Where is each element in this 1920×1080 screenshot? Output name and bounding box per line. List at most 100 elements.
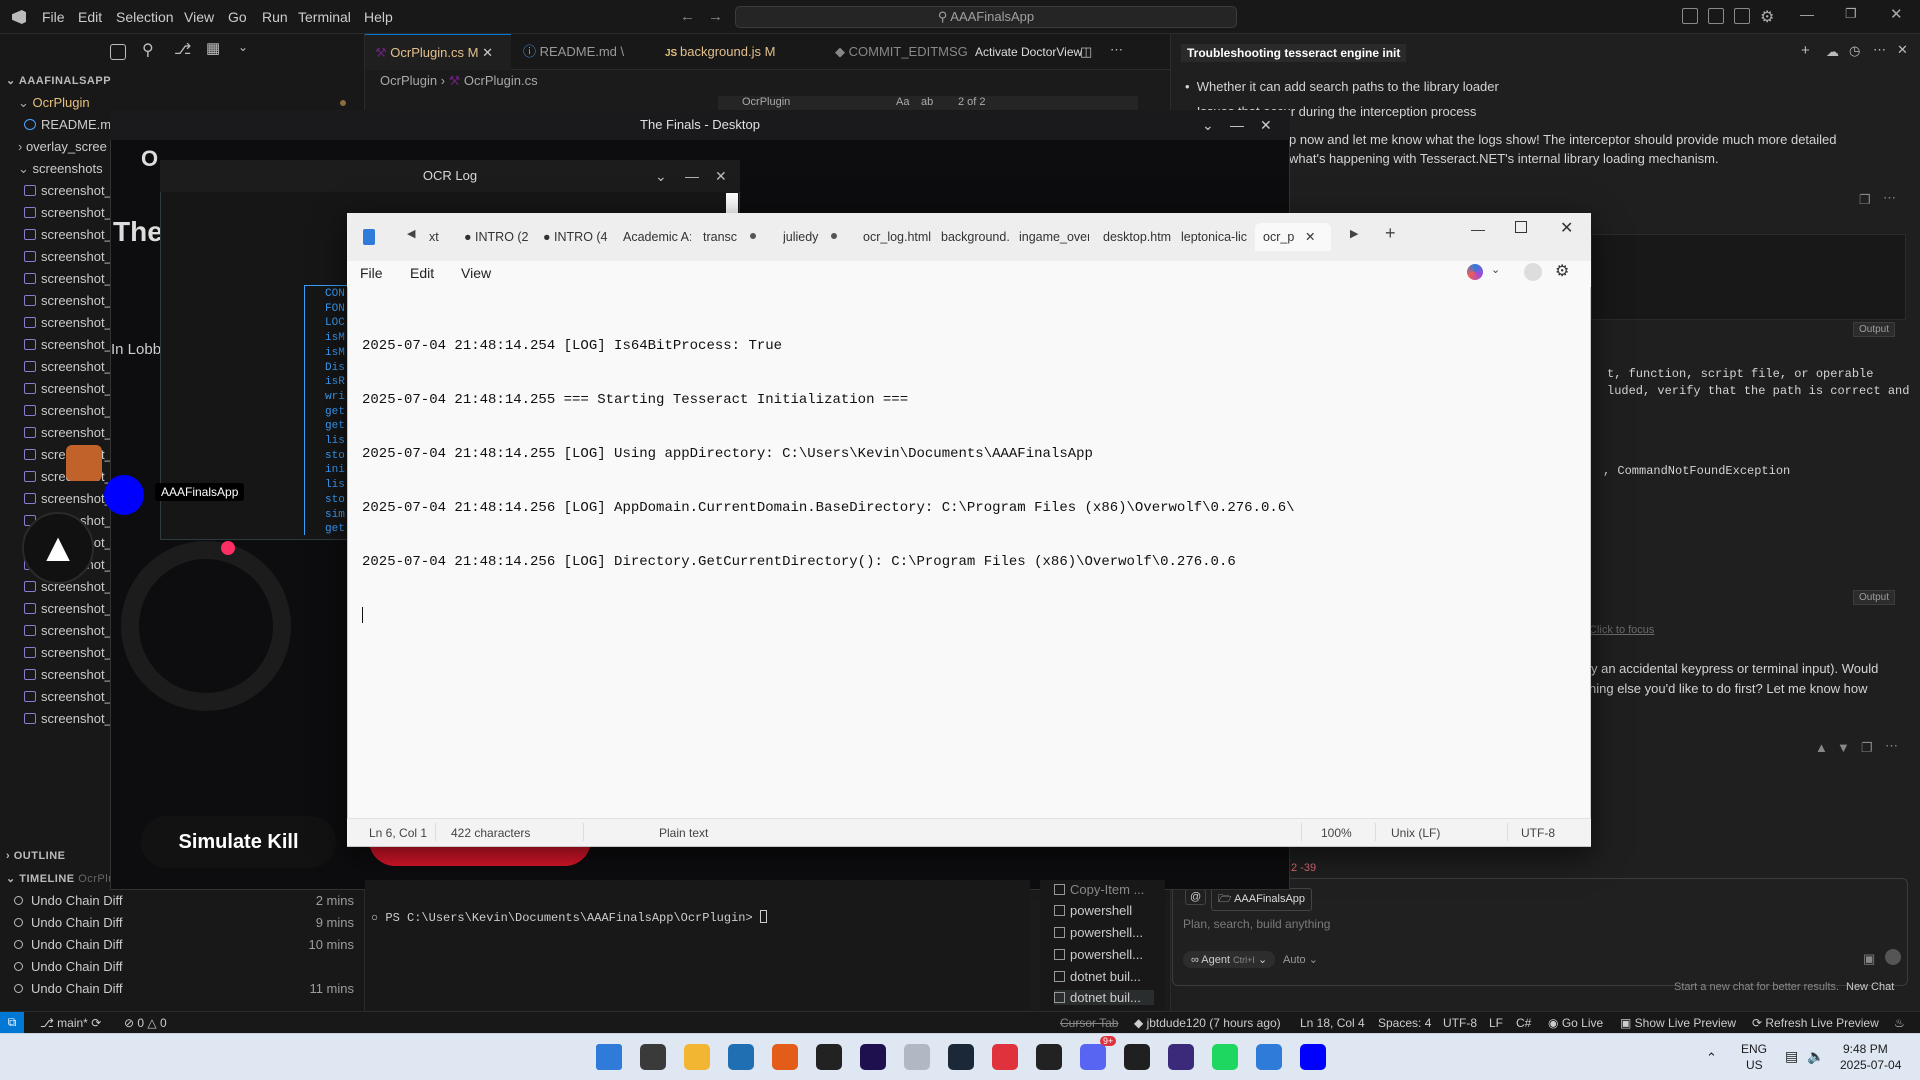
language-mode[interactable]: C# <box>1516 1016 1531 1030</box>
refresh-live-preview-button[interactable]: ⟳ Refresh Live Preview <box>1752 1016 1879 1030</box>
terminal-panel[interactable]: ○ PS C:\Users\Kevin\Documents\AAAFinalsA… <box>365 880 1030 1010</box>
firefox-icon[interactable] <box>772 1044 798 1070</box>
minecraft-icon[interactable] <box>640 1044 666 1070</box>
cursor-position[interactable]: Ln 18, Col 4 <box>1300 1016 1365 1030</box>
new-tab-icon[interactable]: + <box>1385 223 1396 244</box>
notepad-menu-view[interactable]: View <box>461 265 491 281</box>
encoding[interactable]: UTF-8 <box>1443 1016 1477 1030</box>
send-icon[interactable] <box>1885 949 1901 965</box>
close-icon[interactable]: ✕ <box>1305 223 1315 251</box>
spotify-icon[interactable] <box>1212 1044 1238 1070</box>
ocr-log-scrollbar[interactable] <box>726 193 738 213</box>
region-indicator[interactable]: US <box>1746 1058 1763 1072</box>
show-live-preview-button[interactable]: ▣ Show Live Preview <box>1620 1016 1736 1030</box>
forward-arrow-icon[interactable]: → <box>708 8 723 25</box>
at-mention-button[interactable]: @ <box>1185 889 1207 905</box>
new-chat-button[interactable]: New Chat <box>1846 981 1894 993</box>
zoom-level[interactable]: 100% <box>1321 826 1352 840</box>
files-icon[interactable] <box>904 1044 930 1070</box>
close-icon[interactable]: ✕ <box>1260 110 1272 140</box>
match-case-toggle[interactable]: Aa <box>896 96 909 108</box>
encoding[interactable]: UTF-8 <box>1521 826 1555 840</box>
go-live-button[interactable]: ◉ Go Live <box>1548 1016 1603 1030</box>
close-icon[interactable]: ✕ <box>482 45 493 60</box>
minimize-icon[interactable]: — <box>685 160 699 192</box>
split-editor-icon[interactable]: ◫ <box>1080 44 1092 60</box>
notepad-tab[interactable]: xt <box>429 223 461 251</box>
file-explorer-icon[interactable] <box>684 1044 710 1070</box>
timeline-entry[interactable]: Undo Chain Diff 10 mins <box>14 934 354 956</box>
line-ending[interactable]: Unix (LF) <box>1391 826 1440 840</box>
source-control-icon[interactable]: ⎇ <box>174 40 191 58</box>
timeline-entry[interactable]: Undo Chain Diff 11 mins <box>14 978 354 1000</box>
back-arrow-icon[interactable]: ← <box>680 8 695 25</box>
language-indicator[interactable]: ENG <box>1741 1042 1767 1056</box>
globe-icon[interactable] <box>1168 1044 1194 1070</box>
simulate-kill-button[interactable]: Simulate Kill <box>141 816 336 868</box>
explorer-files-icon[interactable] <box>110 44 126 60</box>
context-chip[interactable]: 🗁 AAAFinalsApp <box>1211 888 1313 911</box>
breadcrumb-folder[interactable]: OcrPlugin <box>380 73 437 88</box>
more-actions-icon[interactable]: ⋯ <box>1883 190 1896 206</box>
whole-word-toggle[interactable]: ab <box>921 96 933 108</box>
close-icon[interactable]: ✕ <box>715 160 727 192</box>
model-dropdown[interactable]: Auto ⌄ <box>1283 953 1318 966</box>
terminal-list-item[interactable]: Copy-Item ... <box>1054 882 1144 896</box>
close-icon[interactable]: ✕ <box>1890 5 1903 23</box>
overlay-app-icon[interactable] <box>66 445 102 481</box>
search-icon[interactable]: ⚲ <box>142 40 154 60</box>
copy-icon[interactable]: ❐ <box>1859 192 1871 208</box>
notepad-tab[interactable]: ocr_log.html <box>863 223 935 251</box>
notepad-tab[interactable]: leptonica-lic <box>1181 223 1253 251</box>
more-actions-icon[interactable]: ⋯ <box>1110 42 1123 58</box>
timeline-entry[interactable]: Undo Chain Diff 2 mins <box>14 890 354 912</box>
remote-icon[interactable]: ⧉ <box>0 1012 24 1033</box>
clock-date[interactable]: 2025-07-04 <box>1840 1058 1901 1072</box>
terminal-list-item[interactable]: powershell... <box>1054 925 1143 940</box>
gear-icon[interactable]: ⚙ <box>1760 7 1774 27</box>
epic-icon[interactable] <box>1036 1044 1062 1070</box>
command-center-search[interactable]: ⚲ AAAFinalsApp <box>735 6 1237 28</box>
menu-go[interactable]: Go <box>228 9 247 25</box>
terminal-list-item[interactable]: dotnet buil... <box>1054 969 1141 984</box>
notepad-tab[interactable]: ● INTRO (2 <box>464 223 540 251</box>
menu-edit[interactable]: Edit <box>78 9 102 25</box>
windows-start-icon[interactable] <box>596 1044 622 1070</box>
click-to-focus-link[interactable]: Click to focus <box>1589 624 1654 636</box>
notepad-tab[interactable]: ● INTRO (4 <box>543 223 619 251</box>
chat-prompt-input[interactable]: Plan, search, build anything <box>1183 917 1330 931</box>
tab-readme[interactable]: ⓘ README.md \ <box>513 34 653 70</box>
minimize-icon[interactable]: — <box>1800 6 1814 22</box>
toggle-secondary-sidebar-icon[interactable] <box>1734 8 1750 24</box>
timeline-entry[interactable]: Undo Chain Diff 9 mins <box>14 912 354 934</box>
menu-selection[interactable]: Selection <box>116 9 174 25</box>
notepad-tab[interactable]: juliedy <box>783 223 827 251</box>
tab-background-js[interactable]: JS background.js M <box>655 34 790 70</box>
thumbs-down-icon[interactable]: ▼ <box>1837 740 1850 755</box>
tab-ocrplugin[interactable]: ⚒ OcrPlugin.cs M ✕ <box>365 34 511 70</box>
discord-icon[interactable] <box>1080 1044 1106 1070</box>
copilot-icon[interactable] <box>1467 264 1483 280</box>
scroll-tabs-right-icon[interactable]: ▶ <box>1350 227 1358 240</box>
store-icon[interactable] <box>728 1044 754 1070</box>
indentation[interactable]: Spaces: 4 <box>1378 1016 1431 1030</box>
opera-icon[interactable] <box>992 1044 1018 1070</box>
image-icon[interactable]: ▣ <box>1863 951 1875 967</box>
explorer-root[interactable]: ⌄ AAAFINALSAPP <box>6 74 111 87</box>
problems-indicator[interactable]: ⊘ 0 △ 0 <box>124 1016 167 1030</box>
scroll-tabs-left-icon[interactable]: ◀ <box>407 227 415 240</box>
agent-mode-dropdown[interactable]: ∞ Agent Ctrl+I ⌄ <box>1183 951 1276 968</box>
minimize-icon[interactable]: — <box>1471 221 1485 237</box>
wolf-logo-icon[interactable]: ▲ <box>22 512 94 584</box>
volume-icon[interactable]: 🔈 <box>1807 1048 1824 1065</box>
chevron-down-icon[interactable]: ⌄ <box>238 40 248 54</box>
notepad-tab[interactable]: Academic A: <box>623 223 691 251</box>
blue-circle[interactable] <box>104 475 144 515</box>
notepad-menu-file[interactable]: File <box>360 265 383 281</box>
timeline-section[interactable]: ⌄ TIMELINE OcrPlu <box>6 872 115 885</box>
minimize-icon[interactable]: — <box>1230 110 1244 140</box>
menu-view[interactable]: View <box>184 9 214 25</box>
notepad-tab-active[interactable]: ocr_p ✕ <box>1255 223 1331 251</box>
notepad-tab[interactable]: transc <box>703 223 745 251</box>
chevron-up-icon[interactable]: ⌃ <box>1706 1050 1717 1066</box>
